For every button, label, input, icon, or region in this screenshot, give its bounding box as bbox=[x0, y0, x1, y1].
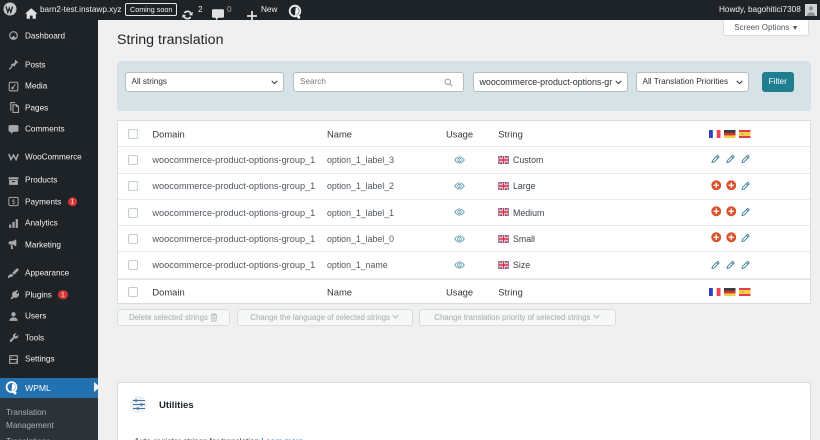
svg-text:$: $ bbox=[12, 199, 16, 206]
